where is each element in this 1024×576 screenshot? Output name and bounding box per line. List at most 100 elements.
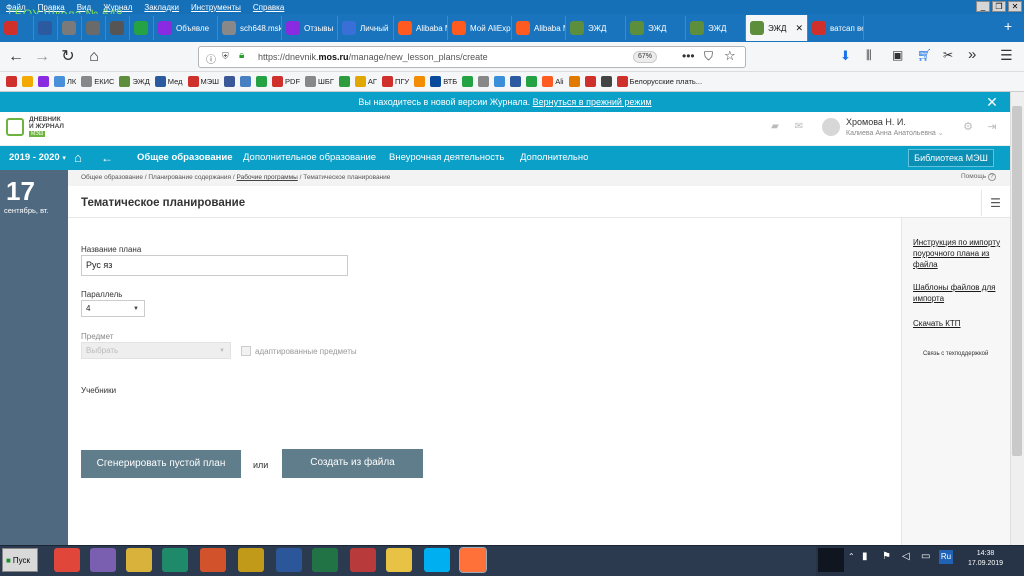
bookmark-item[interactable]: МЭШ	[187, 76, 219, 87]
tray-expand-icon[interactable]: ⌃	[848, 552, 855, 561]
bookmark-item[interactable]	[338, 76, 350, 87]
close-notice-icon[interactable]: ✕	[985, 94, 999, 110]
home-nav-icon[interactable]: ⌂	[74, 146, 82, 170]
bookmark-item[interactable]: ВТБ	[430, 76, 457, 87]
menu-item[interactable]: Закладки	[138, 3, 185, 12]
logout-icon[interactable]: ⇥	[986, 122, 998, 133]
download-icon[interactable]: ⬇	[840, 48, 851, 64]
paint-app-icon[interactable]	[126, 548, 152, 572]
maximize-button[interactable]: ❐	[992, 1, 1006, 12]
bookmark-item[interactable]	[462, 76, 474, 87]
browser-tab[interactable]	[130, 16, 154, 40]
back-arrow-icon[interactable]: ←	[101, 146, 113, 170]
network-icon[interactable]: ▭	[921, 551, 930, 562]
spider-app-icon[interactable]	[90, 548, 116, 572]
help-link[interactable]: Помощь ?	[961, 173, 996, 181]
settings-icon[interactable]: ⚙	[962, 122, 974, 133]
year-selector[interactable]: 2019 - 2020 ▾	[9, 146, 66, 170]
back-icon[interactable]: ←	[6, 47, 26, 67]
bookmark-star-icon[interactable]: ☆	[724, 48, 736, 64]
browser-tab[interactable]: Alibaba M	[512, 16, 566, 40]
browser-tab[interactable]: Alibaba M	[394, 16, 448, 40]
cart-icon[interactable]: 🛒︎	[917, 48, 932, 62]
menu-item[interactable]: Справка	[247, 3, 290, 12]
bookmark-item[interactable]: ЕКИС	[81, 76, 114, 87]
language-indicator[interactable]: Ru	[939, 550, 953, 564]
sidebar-icon[interactable]: ▣	[892, 48, 903, 62]
folder-app-icon[interactable]	[386, 548, 412, 572]
browser-tab[interactable]: ЭЖД	[686, 16, 746, 40]
nav-additional-education[interactable]: Дополнительное образование	[243, 146, 376, 170]
nav-additional[interactable]: Дополнительно	[520, 146, 588, 170]
start-button[interactable]: ■ Пуск	[2, 548, 38, 572]
bookmark-item[interactable]: ПГУ	[381, 76, 409, 87]
browser-tab[interactable]: Отзывы	[282, 16, 338, 40]
import-instruction-link[interactable]: Инструкция по импорту поурочного плана и…	[913, 237, 1007, 270]
close-window-button[interactable]: ✕	[1008, 1, 1022, 12]
bookmark-item[interactable]	[22, 76, 33, 87]
bookmark-item[interactable]: PDF	[272, 76, 300, 87]
generate-empty-plan-button[interactable]: Сгенерировать пустой план	[81, 450, 241, 478]
browser-tab[interactable]	[82, 16, 106, 40]
firefox-app-icon[interactable]	[459, 547, 487, 573]
publisher-app-icon[interactable]	[162, 548, 188, 572]
browser-tab[interactable]: ЭЖД	[566, 16, 626, 40]
browser-tab[interactable]: Мой AliExpress	[448, 16, 512, 40]
browser-tab[interactable]: Объявле	[154, 16, 218, 40]
screenshot-icon[interactable]: ✂	[943, 48, 953, 62]
powerpoint-app-icon[interactable]	[200, 548, 226, 572]
nav-general-education[interactable]: Общее образование	[137, 146, 233, 170]
bookmark-item[interactable]	[224, 76, 236, 87]
new-tab-icon[interactable]: +	[1004, 18, 1012, 34]
bookmark-item[interactable]: ЭЖД	[119, 76, 150, 87]
browser-tab[interactable]: ЭЖД ✕	[746, 15, 808, 41]
bookmark-item[interactable]	[584, 76, 596, 87]
tray-app-icon[interactable]: ▮	[862, 551, 868, 562]
bookmark-item[interactable]	[38, 76, 49, 87]
return-old-mode-link[interactable]: Вернуться в прежний режим	[533, 97, 652, 107]
bookmark-item[interactable]: Белорусские плать...	[616, 76, 702, 87]
subject-select[interactable]: Выбрать ▼	[81, 342, 231, 359]
library-icon[interactable]: ⫼	[866, 48, 872, 63]
tool-app-icon[interactable]	[350, 548, 376, 572]
bookmark-item[interactable]	[600, 76, 612, 87]
browser-tab[interactable]: Личный	[338, 16, 394, 40]
user-name[interactable]: Хромова Н. И.	[846, 117, 906, 127]
filter-icon[interactable]: ☰	[981, 190, 1009, 216]
logo-text[interactable]: ДНЕВНИК И ЖУРНАЛ	[29, 116, 64, 130]
volume-icon[interactable]: ◁	[902, 551, 910, 562]
word-app-icon[interactable]	[276, 548, 302, 572]
support-link[interactable]: Связь с техподдержкой	[923, 351, 988, 357]
bookmark-item[interactable]	[414, 76, 426, 87]
browser-tab[interactable]: ватсап ве	[808, 16, 864, 40]
mail-icon[interactable]: ✉	[793, 122, 805, 132]
download-ktp-link[interactable]: Скачать КТП	[913, 318, 1007, 329]
browser-tab[interactable]	[34, 16, 58, 40]
bookmark-item[interactable]	[256, 76, 268, 87]
avatar[interactable]	[822, 118, 840, 136]
bookmark-item[interactable]	[494, 76, 506, 87]
page-actions-icon[interactable]: •••	[682, 49, 695, 63]
chat-icon[interactable]: ▰	[769, 122, 781, 132]
adapted-subjects-checkbox[interactable]	[241, 346, 251, 356]
flag-icon[interactable]: ⚑	[882, 551, 891, 562]
forward-icon[interactable]: →	[32, 47, 52, 67]
desktop-thumbnail[interactable]	[818, 548, 844, 572]
bookmark-item[interactable]	[510, 76, 522, 87]
scrollbar-thumb[interactable]	[1012, 106, 1022, 456]
pocket-icon[interactable]: ⛉	[704, 49, 713, 64]
browser-tab[interactable]	[58, 16, 82, 40]
browser-tab[interactable]	[0, 16, 34, 40]
plan-name-input[interactable]: Рус яз	[81, 255, 348, 276]
bookmark-item[interactable]	[6, 76, 17, 87]
bookmark-item[interactable]: Ali	[542, 76, 564, 87]
bookmark-item[interactable]: АГ	[354, 76, 377, 87]
menu-item[interactable]: Инструменты	[185, 3, 247, 12]
excel-app-icon[interactable]	[312, 548, 338, 572]
info-icon[interactable]: ⓘ	[206, 51, 216, 66]
zoom-level[interactable]: 67%	[633, 51, 657, 63]
clock[interactable]: 14:38 17.09.2019	[968, 549, 1003, 569]
menu-icon[interactable]: ☰	[1000, 47, 1013, 64]
library-button[interactable]: Библиотека МЭШ	[908, 149, 994, 167]
minimize-button[interactable]: _	[976, 1, 990, 12]
